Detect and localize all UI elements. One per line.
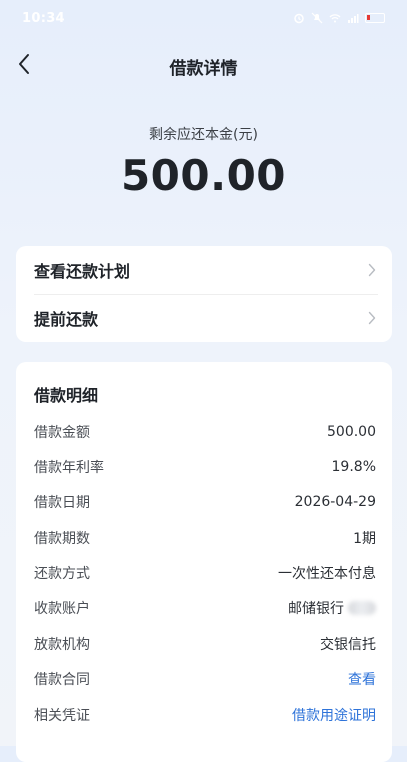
battery-icon — [365, 13, 385, 23]
status-icons — [293, 12, 385, 24]
early-repayment-item[interactable]: 提前还款 — [16, 294, 392, 342]
detail-row-repayment-method: 还款方式 一次性还本付息 — [16, 555, 392, 591]
detail-key: 借款日期 — [34, 495, 90, 511]
detail-row-loan-date: 借款日期 2026-04-29 — [16, 484, 392, 520]
chevron-right-icon — [368, 311, 376, 325]
detail-value-account: 邮储银行 — [288, 598, 376, 618]
loan-details-card: 借款明细 借款金额 500.00 借款年利率 19.8% 借款日期 2026-0… — [16, 362, 392, 762]
detail-row-loan-amount: 借款金额 500.00 — [16, 414, 392, 450]
detail-value: 500.00 — [327, 424, 376, 440]
detail-value: 19.8% — [331, 459, 376, 475]
detail-key: 相关凭证 — [34, 708, 90, 724]
detail-value: 2026-04-29 — [294, 494, 376, 510]
detail-row-lending-institution: 放款机构 交银信托 — [16, 626, 392, 662]
masked-account-number — [348, 601, 376, 615]
detail-value: 交银信托 — [320, 637, 376, 653]
loan-details-title: 借款明细 — [34, 386, 99, 405]
detail-row-related-proof: 相关凭证 借款用途证明 — [16, 697, 392, 733]
chevron-right-icon — [368, 263, 376, 277]
page-title: 借款详情 — [169, 59, 238, 79]
wifi-icon — [329, 14, 341, 23]
detail-key: 放款机构 — [34, 637, 90, 653]
detail-row-receiving-account: 收款账户 邮储银行 — [16, 590, 392, 626]
account-bank-name: 邮储银行 — [288, 601, 344, 617]
loan-purpose-proof-link[interactable]: 借款用途证明 — [292, 705, 376, 725]
detail-key: 借款金额 — [34, 425, 90, 441]
detail-row-loan-contract: 借款合同 查看 — [16, 661, 392, 697]
mute-icon — [311, 12, 323, 24]
detail-value: 一次性还本付息 — [278, 566, 376, 582]
status-bar: 10:34 — [0, 0, 407, 36]
remaining-principal-label: 剩余应还本金(元) — [149, 127, 258, 143]
detail-value: 1期 — [353, 531, 376, 547]
remaining-principal-amount: 500.00 — [120, 151, 287, 200]
signal-icon — [348, 14, 359, 23]
nav-bar: 借款详情 — [0, 44, 407, 88]
status-time: 10:34 — [22, 10, 65, 26]
detail-row-interest-rate: 借款年利率 19.8% — [16, 449, 392, 485]
repayment-plan-item[interactable]: 查看还款计划 — [16, 246, 392, 294]
actions-card: 查看还款计划 提前还款 — [16, 246, 392, 342]
detail-key: 借款年利率 — [34, 460, 104, 476]
detail-row-term-count: 借款期数 1期 — [16, 520, 392, 556]
view-contract-link[interactable]: 查看 — [348, 669, 376, 689]
alarm-icon — [294, 13, 304, 24]
repayment-plan-label: 查看还款计划 — [34, 262, 131, 281]
detail-key: 借款期数 — [34, 531, 90, 547]
detail-key: 借款合同 — [34, 672, 90, 688]
detail-key: 收款账户 — [34, 601, 90, 617]
detail-key: 还款方式 — [34, 566, 90, 582]
early-repayment-label: 提前还款 — [34, 310, 99, 329]
